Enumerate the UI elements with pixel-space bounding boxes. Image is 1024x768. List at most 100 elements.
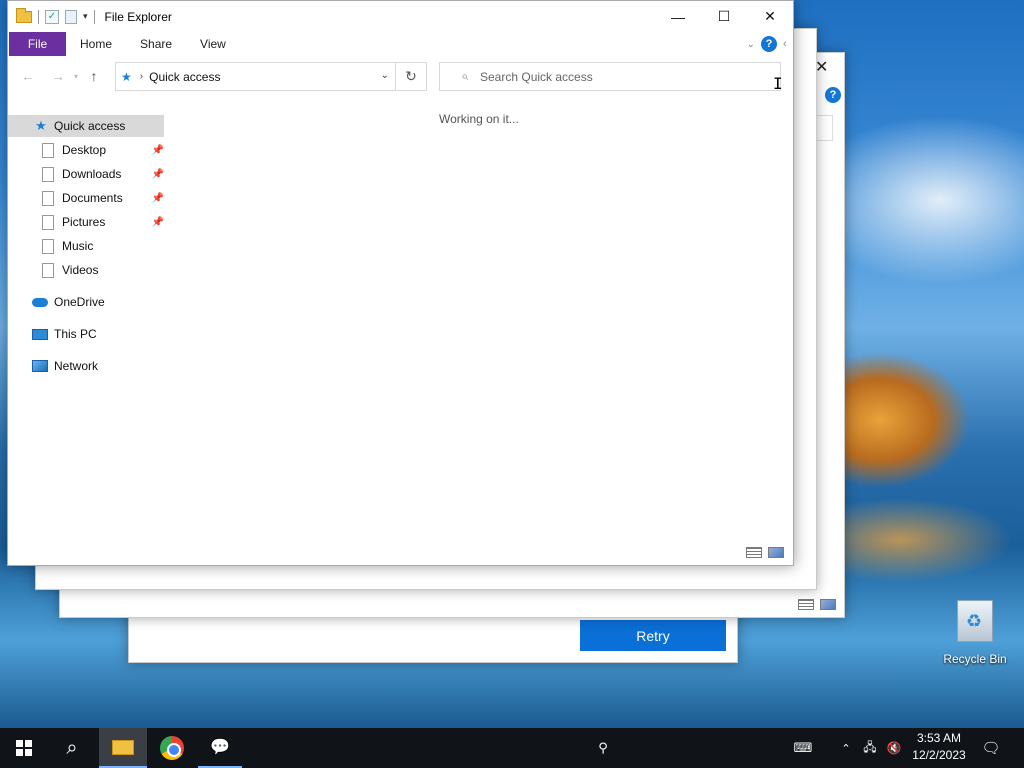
keyboard-icon: ⌨: [793, 740, 813, 755]
properties-icon[interactable]: ✓: [45, 9, 59, 24]
clock-date: 12/2/2023: [912, 748, 966, 762]
sidebar-item-network[interactable]: Network: [32, 355, 164, 377]
notifications-icon: 🗨: [981, 740, 1001, 757]
sidebar-item-label: This PC: [54, 327, 97, 341]
volume-muted-icon: 🔇: [886, 741, 902, 755]
folder-icon: [16, 7, 32, 23]
status-bar: [8, 539, 793, 565]
separator: [93, 9, 95, 24]
customize-toolbar-icon[interactable]: ▾: [83, 11, 88, 22]
close-icon[interactable]: ✕: [815, 57, 828, 77]
folder-icon: [42, 262, 54, 278]
quick-access-star-icon: ★: [121, 69, 132, 84]
computer-icon: [32, 328, 48, 340]
navigation-pane: ★ Quick access Desktop 📌 Downloads 📌 Doc…: [8, 109, 166, 539]
window-title: File Explorer: [104, 9, 172, 24]
address-dropdown-icon[interactable]: ⌄: [381, 70, 389, 81]
tab-share[interactable]: Share: [126, 32, 186, 56]
sidebar-item-videos[interactable]: Videos: [42, 259, 164, 281]
taskbar-get-help[interactable]: 💬: [198, 728, 242, 768]
address-bar[interactable]: ★ › Quick access ⌄: [115, 62, 396, 91]
pin-icon[interactable]: 📌: [152, 193, 164, 204]
file-explorer-window: ✓ ▾ File Explorer — ☐ ✕ File Home Share …: [7, 0, 794, 566]
help-icon[interactable]: ?: [825, 87, 841, 103]
expand-ribbon-icon[interactable]: ⌄: [747, 39, 755, 50]
sidebar-item-label: Pictures: [62, 215, 106, 229]
taskbar-clock[interactable]: 3:53 AM 12/2/2023: [907, 730, 971, 764]
retry-button[interactable]: Retry: [580, 620, 726, 651]
taskbar: ⌕ 💬 ⚲ ⌨ ⌃ 🖧 🔇 3:53 AM 12/2/2023 🗨: [0, 728, 1024, 768]
tab-view[interactable]: View: [186, 32, 240, 56]
sidebar-item-label: Network: [54, 359, 99, 373]
folder-icon: [42, 190, 54, 206]
desktop-icon-label: Recycle Bin: [943, 652, 1007, 666]
sidebar-item-label: OneDrive: [54, 295, 105, 309]
back-button[interactable]: ←: [16, 64, 40, 88]
sidebar-item-this-pc[interactable]: This PC: [32, 323, 164, 345]
view-toggle: [798, 599, 836, 610]
maximize-button[interactable]: ☐: [701, 1, 747, 32]
sidebar-item-label: Documents: [62, 191, 123, 205]
network-tray-button[interactable]: 🖧: [860, 728, 880, 768]
sidebar-item-documents[interactable]: Documents 📌: [42, 187, 164, 209]
content-pane[interactable]: Working on it...: [166, 92, 793, 537]
sidebar-item-music[interactable]: Music: [42, 235, 164, 257]
large-icons-view-icon[interactable]: [768, 547, 784, 558]
clock-time: 3:53 AM: [916, 731, 962, 745]
people-button[interactable]: ⚲: [590, 728, 616, 768]
tab-file[interactable]: File: [9, 32, 66, 56]
search-icon: ⌕: [66, 736, 78, 759]
search-icon: ⌕: [461, 69, 468, 83]
volume-button[interactable]: 🔇: [882, 728, 906, 768]
chevron-up-icon: ⌃: [841, 742, 851, 755]
up-button[interactable]: ↑: [82, 64, 106, 88]
tab-home[interactable]: Home: [66, 32, 126, 56]
new-folder-icon[interactable]: [65, 9, 77, 24]
breadcrumb[interactable]: Quick access: [149, 70, 220, 84]
recent-locations-button[interactable]: ▾: [70, 72, 82, 81]
taskbar-file-explorer[interactable]: [99, 728, 147, 768]
sidebar-item-desktop[interactable]: Desktop 📌: [42, 139, 164, 161]
details-view-icon[interactable]: [798, 599, 814, 610]
details-view-icon[interactable]: [746, 547, 762, 558]
search-box[interactable]: ⌕: [439, 62, 781, 91]
close-button[interactable]: ✕: [747, 1, 793, 32]
recycle-bin-shortcut[interactable]: Recycle Bin: [942, 600, 1008, 666]
large-icons-view-icon[interactable]: [820, 599, 836, 610]
sidebar-item-pictures[interactable]: Pictures 📌: [42, 211, 164, 233]
sidebar-item-onedrive[interactable]: OneDrive: [32, 291, 164, 313]
sidebar-item-downloads[interactable]: Downloads 📌: [42, 163, 164, 185]
separator: [38, 9, 39, 24]
input-edge: [815, 115, 833, 141]
help-icon[interactable]: ?: [761, 36, 777, 52]
sidebar-item-label: Videos: [62, 263, 99, 277]
loading-status: Working on it...: [439, 112, 519, 126]
action-center-button[interactable]: 🗨: [978, 728, 1004, 768]
sidebar-item-label: Music: [62, 239, 94, 253]
breadcrumb-chevron-icon[interactable]: ›: [140, 71, 143, 82]
view-toggle: [746, 547, 784, 558]
folder-icon: [42, 142, 54, 158]
pin-icon[interactable]: 📌: [152, 169, 164, 180]
recycle-bin-icon: [957, 600, 993, 642]
start-button[interactable]: [0, 728, 48, 768]
touch-keyboard-button[interactable]: ⌨: [788, 728, 818, 768]
minimize-button[interactable]: —: [655, 1, 701, 32]
refresh-button[interactable]: ↻: [396, 62, 427, 91]
forward-button[interactable]: →: [46, 64, 70, 88]
sidebar-item-quick-access[interactable]: ★ Quick access: [8, 115, 164, 137]
sidebar-item-label: Downloads: [62, 167, 122, 181]
network-icon: [32, 360, 48, 372]
window-controls: — ☐ ✕: [655, 1, 793, 32]
folder-icon: [42, 238, 54, 254]
folder-icon: [42, 214, 54, 230]
taskbar-chrome[interactable]: [148, 728, 196, 768]
chat-help-icon: 💬: [210, 739, 230, 756]
chrome-icon: [160, 736, 184, 760]
show-hidden-icons-button[interactable]: ⌃: [836, 728, 856, 768]
taskbar-search-button[interactable]: ⌕: [48, 728, 96, 768]
pin-icon[interactable]: 📌: [152, 145, 164, 156]
title-bar[interactable]: ✓ ▾ File Explorer — ☐ ✕: [8, 1, 793, 32]
search-input[interactable]: [480, 69, 760, 84]
pin-icon[interactable]: 📌: [152, 217, 164, 228]
